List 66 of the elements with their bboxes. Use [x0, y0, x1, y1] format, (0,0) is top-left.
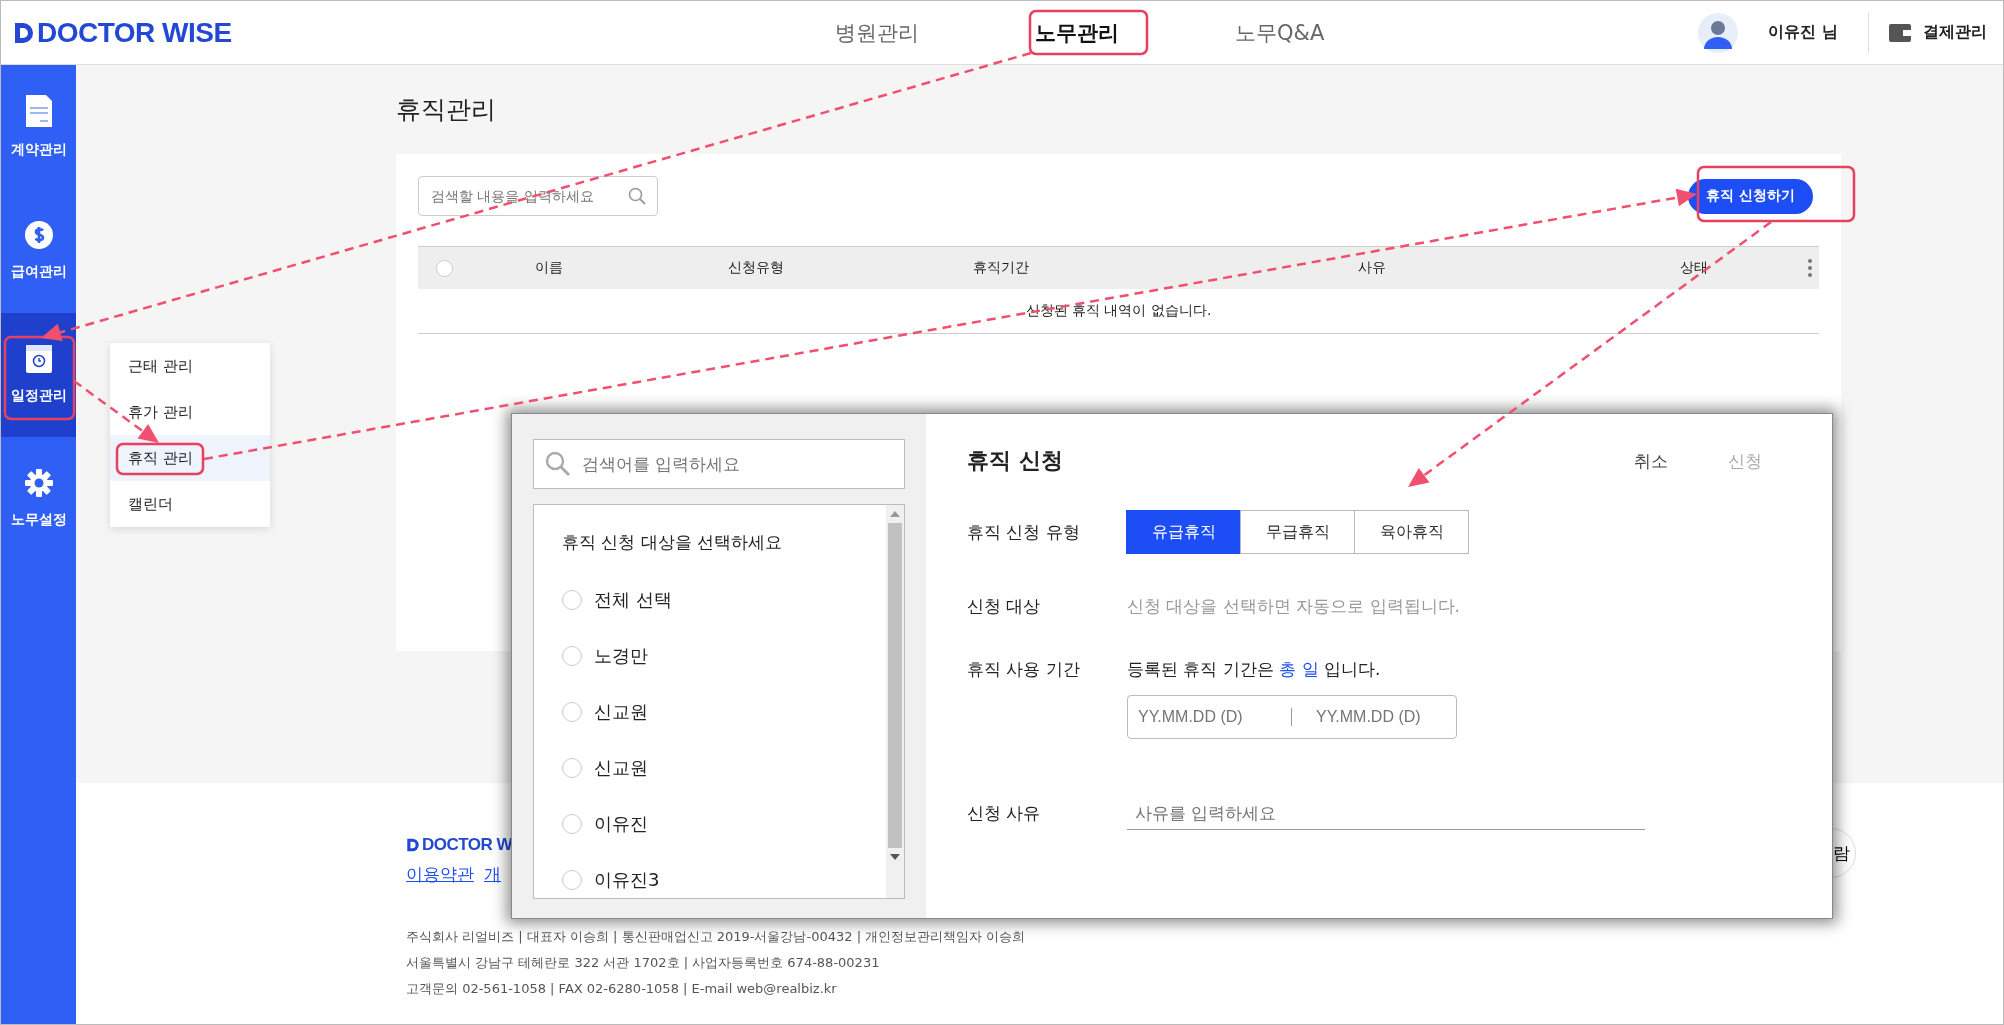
sidebar-item[interactable]: 계약관리 — [1, 65, 76, 189]
logo-icon — [406, 837, 420, 853]
avatar-icon[interactable] — [1698, 12, 1739, 53]
dialog-action[interactable]: 취소 — [1628, 448, 1674, 474]
scrollbar[interactable] — [886, 505, 904, 898]
leave-type-option[interactable]: 무급휴직 — [1240, 510, 1355, 554]
submenu-item[interactable]: 휴가 관리 — [110, 389, 270, 435]
dollar-icon — [24, 221, 53, 249]
column-header: 사유 — [1358, 259, 1387, 277]
leave-type-option[interactable]: 유급휴직 — [1126, 510, 1241, 554]
footer-logo: DOCTOR W — [422, 835, 513, 855]
select-all-radio[interactable] — [436, 259, 453, 277]
radio-button[interactable] — [562, 758, 582, 778]
field-label: 휴직 신청 유형 — [967, 520, 1081, 544]
submenu-item[interactable]: 캘린더 — [110, 481, 270, 527]
employee-option[interactable]: 이유진3 — [562, 852, 886, 898]
employee-option[interactable]: 이유진 — [562, 796, 886, 852]
calendar-clock-icon — [25, 345, 52, 373]
period-summary: 등록된 휴직 기간은 총 일 입니다. — [1127, 658, 1382, 681]
sidebar-item[interactable]: 노무설정 — [1, 437, 76, 561]
billing-link[interactable]: 결제관리 — [1923, 22, 1987, 43]
search-icon — [628, 187, 646, 205]
search-icon — [545, 451, 571, 477]
list-title: 휴직 신청 대상을 선택하세요 — [562, 531, 784, 554]
radio-button[interactable] — [562, 646, 582, 666]
scroll-down-icon[interactable] — [890, 854, 900, 860]
radio-button[interactable] — [562, 702, 582, 722]
dialog-title: 휴직 신청 — [967, 447, 1064, 475]
company-info: 고객문의 02-561-1058 | FAX 02-6280-1058 | E-mail web@realbiz.kr — [406, 980, 838, 998]
radio-button[interactable] — [562, 870, 582, 890]
radio-button[interactable] — [562, 814, 582, 834]
field-label: 신청 사유 — [967, 801, 1042, 825]
footer-link[interactable]: 이용약관 — [406, 863, 474, 886]
company-info: 주식회사 리얼비즈 | 대표자 이승희 | 통신판매업신고 2019-서울강남-00432 | 개인정보관리책임자 이승희 — [406, 928, 1027, 946]
nav-tab[interactable]: 노무Q&A — [1223, 12, 1337, 53]
wallet-icon — [1889, 23, 1911, 42]
employee-option[interactable]: 전체 선택 — [562, 572, 886, 628]
nav-tab[interactable]: 병원관리 — [823, 12, 931, 53]
company-info: 서울특별시 강남구 테헤란로 322 서관 1702호 | 사업자등록번호 674-88-00231 — [406, 954, 881, 972]
sidebar-item[interactable]: 급여관리 — [1, 189, 76, 313]
column-header: 이름 — [535, 259, 564, 277]
brand-logo[interactable]: DOCTOR WISE — [37, 16, 232, 49]
field-label: 휴직 사용 기간 — [967, 658, 1081, 681]
submenu-item[interactable]: 근태 관리 — [110, 343, 270, 389]
scroll-up-icon[interactable] — [890, 511, 900, 517]
more-icon[interactable] — [1808, 259, 1812, 277]
field-label: 신청 대상 — [967, 594, 1042, 618]
page-title: 휴직관리 — [396, 94, 497, 126]
column-header: 상태 — [1680, 259, 1709, 277]
logo-icon — [13, 20, 35, 45]
column-header: 휴직기간 — [973, 259, 1030, 277]
user-name[interactable]: 이유진 님 — [1768, 22, 1838, 43]
footer-link[interactable]: 개 — [484, 863, 501, 886]
employee-option[interactable]: 신교원 — [562, 684, 886, 740]
search-field[interactable]: 검색어를 입력하세요 — [533, 439, 905, 489]
radio-button[interactable] — [562, 590, 582, 610]
employee-option[interactable]: 신교원 — [562, 740, 886, 796]
sidebar-item[interactable]: 일정관리 — [1, 313, 76, 437]
document-icon — [25, 95, 52, 127]
employee-option[interactable]: 노경만 — [562, 628, 886, 684]
leave-type-option[interactable]: 육아휴직 — [1354, 510, 1469, 554]
apply-leave-button[interactable]: 휴직 신청하기 — [1688, 178, 1813, 214]
column-header: 신청유형 — [728, 259, 785, 277]
submenu-item[interactable]: 휴직 관리 — [110, 435, 270, 481]
nav-tab[interactable]: 노무관리 — [1023, 12, 1131, 53]
auto-fill-note: 신청 대상을 선택하면 자동으로 입력됩니다. — [1127, 595, 1461, 616]
